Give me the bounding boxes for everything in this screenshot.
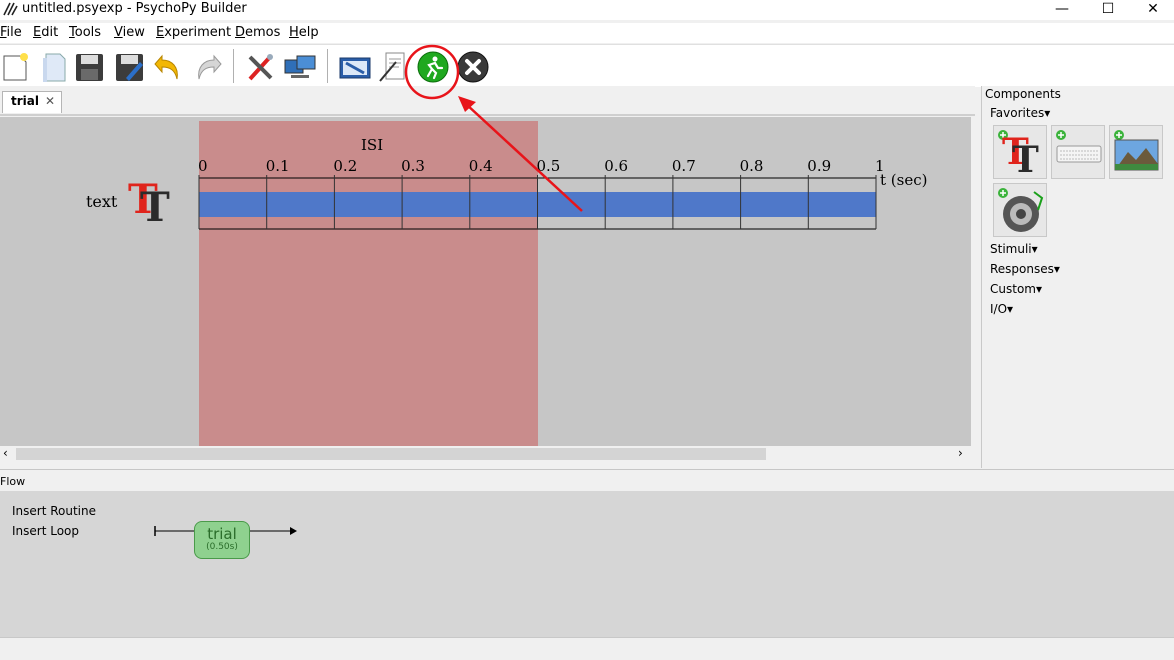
timeline-tick-label: 0.6 (604, 157, 629, 175)
title-bar: untitled.psyexp - PsychoPy Builder — ☐ ✕ (0, 0, 1174, 20)
timeline-tick-label: 0.4 (468, 157, 493, 175)
components-header: Components (985, 87, 1061, 101)
minimize-button[interactable]: — (1040, 0, 1084, 20)
stop-icon[interactable] (456, 50, 490, 84)
timeline-tick-label: 0.9 (807, 157, 832, 175)
stimuli-category[interactable]: Stimuli▾ (990, 242, 1038, 256)
menu-bar: File Edit Tools View Experiment Demos He… (0, 23, 1174, 43)
keyboard-component-button[interactable] (1051, 125, 1105, 179)
menu-experiment-label: xperiment (164, 25, 232, 40)
menu-demos-accel: D (235, 25, 246, 40)
custom-category[interactable]: Custom▾ (990, 282, 1042, 296)
menu-file[interactable]: File (0, 25, 22, 40)
preferences-icon[interactable] (244, 50, 278, 84)
timeline-tick-label: 0 (198, 157, 208, 175)
responses-category[interactable]: Responses▾ (990, 262, 1060, 276)
menu-edit-accel: E (33, 25, 42, 40)
undo-icon[interactable] (152, 50, 186, 84)
sound-component-icon (998, 188, 1044, 232)
menu-view-label: iew (122, 25, 145, 40)
timeline-tick-label: 1 (875, 157, 885, 175)
new-file-icon[interactable] (0, 50, 34, 84)
timeline-tick-label: 0.3 (401, 157, 425, 175)
timeline-tick-label: 0.8 (739, 157, 764, 175)
tab-trial[interactable]: trial ✕ (2, 91, 62, 113)
menu-demos-label: emos (245, 25, 281, 40)
menu-help-accel: H (289, 25, 299, 40)
menu-tools-label: ools (74, 25, 102, 40)
component-name-label: text (86, 192, 118, 211)
flow-routine-duration: (0.50s) (206, 542, 238, 552)
menu-view[interactable]: View (114, 25, 145, 40)
save-icon[interactable] (72, 50, 106, 84)
open-file-icon[interactable] (38, 50, 72, 84)
scroll-right-icon[interactable]: › (958, 446, 963, 460)
routine-tab-strip (0, 90, 975, 116)
timeline-tick-label: 0.5 (536, 157, 561, 175)
text-component-icon: T T (998, 130, 1039, 181)
text-component-button[interactable]: T T (993, 125, 1047, 181)
flow-header: Flow (0, 469, 1174, 492)
experiment-settings-icon[interactable] (338, 50, 372, 84)
menu-edit-label: dit (41, 25, 59, 40)
run-icon[interactable] (416, 50, 450, 84)
sound-component-button[interactable] (993, 183, 1047, 237)
io-category[interactable]: I/O▾ (990, 302, 1013, 316)
favorites-category[interactable]: Favorites▾ (990, 106, 1050, 120)
redo-icon[interactable] (190, 50, 224, 84)
window-title: untitled.psyexp - PsychoPy Builder (22, 1, 247, 16)
menu-experiment[interactable]: Experiment (156, 25, 231, 40)
menu-demos[interactable]: Demos (235, 25, 280, 40)
compile-script-icon[interactable] (376, 50, 410, 84)
toolbar-separator (327, 49, 328, 83)
insert-loop-button[interactable]: Insert Loop (12, 524, 79, 538)
menu-file-label: ile (6, 25, 22, 40)
scrollbar-thumb[interactable] (16, 448, 766, 460)
menu-experiment-accel: E (156, 25, 165, 40)
keyboard-component-icon (1056, 130, 1102, 163)
menu-view-accel: V (114, 25, 123, 40)
menu-tools[interactable]: Tools (69, 25, 101, 40)
tab-trial-label: trial (11, 94, 39, 108)
menu-help-label: elp (298, 25, 319, 40)
isi-label: ISI (361, 136, 384, 154)
status-bar (0, 637, 1174, 660)
flow-routine-name: trial (207, 525, 237, 543)
toolbar-separator (233, 49, 234, 83)
save-as-icon[interactable] (112, 50, 146, 84)
timeline-ticks (198, 175, 877, 230)
flow-routine-trial[interactable]: trial (0.50s) (194, 521, 250, 559)
svg-text:T: T (1012, 139, 1039, 178)
tab-close-icon[interactable]: ✕ (45, 94, 55, 108)
time-axis-label: t (sec) (880, 171, 928, 189)
flow-title: Flow (0, 475, 26, 488)
svg-text:T: T (140, 184, 170, 225)
maximize-button[interactable]: ☐ (1086, 0, 1130, 20)
timeline-tick-label: 0.2 (333, 157, 358, 175)
image-component-button[interactable] (1109, 125, 1163, 179)
timeline-tick-label: 0.1 (265, 157, 290, 175)
scroll-left-icon[interactable]: ‹ (3, 446, 8, 460)
image-component-icon (1114, 130, 1159, 171)
text-component-icon[interactable]: T T (126, 177, 176, 225)
monitor-center-icon[interactable] (283, 50, 317, 84)
toolbar (0, 44, 1174, 87)
menu-edit[interactable]: Edit (33, 25, 58, 40)
flow-panel (0, 491, 1174, 637)
insert-routine-button[interactable]: Insert Routine (12, 504, 96, 518)
menu-help[interactable]: Help (289, 25, 319, 40)
psychopy-logo-icon (3, 2, 18, 16)
timeline-tick-label: 0.7 (671, 157, 696, 175)
close-window-button[interactable]: ✕ (1131, 0, 1174, 20)
